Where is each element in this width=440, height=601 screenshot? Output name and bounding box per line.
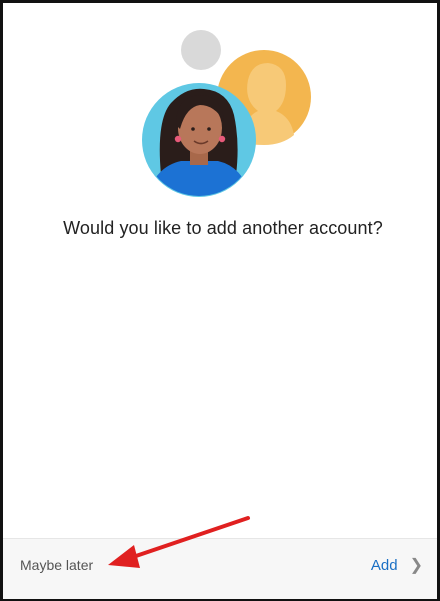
add-account-question: Would you like to add another account? — [63, 218, 383, 238]
add-button[interactable]: Add ❯ — [371, 555, 423, 575]
primary-avatar — [142, 83, 256, 197]
add-account-screen: Would you like to add another account? — [3, 3, 437, 598]
add-button-label: Add — [370, 556, 398, 574]
maybe-later-button[interactable]: Maybe later — [20, 557, 93, 573]
placeholder-circle — [181, 30, 221, 70]
chevron-right-icon: ❯ — [409, 557, 423, 574]
annotation-arrow — [108, 516, 250, 568]
accounts-illustration — [142, 30, 311, 197]
